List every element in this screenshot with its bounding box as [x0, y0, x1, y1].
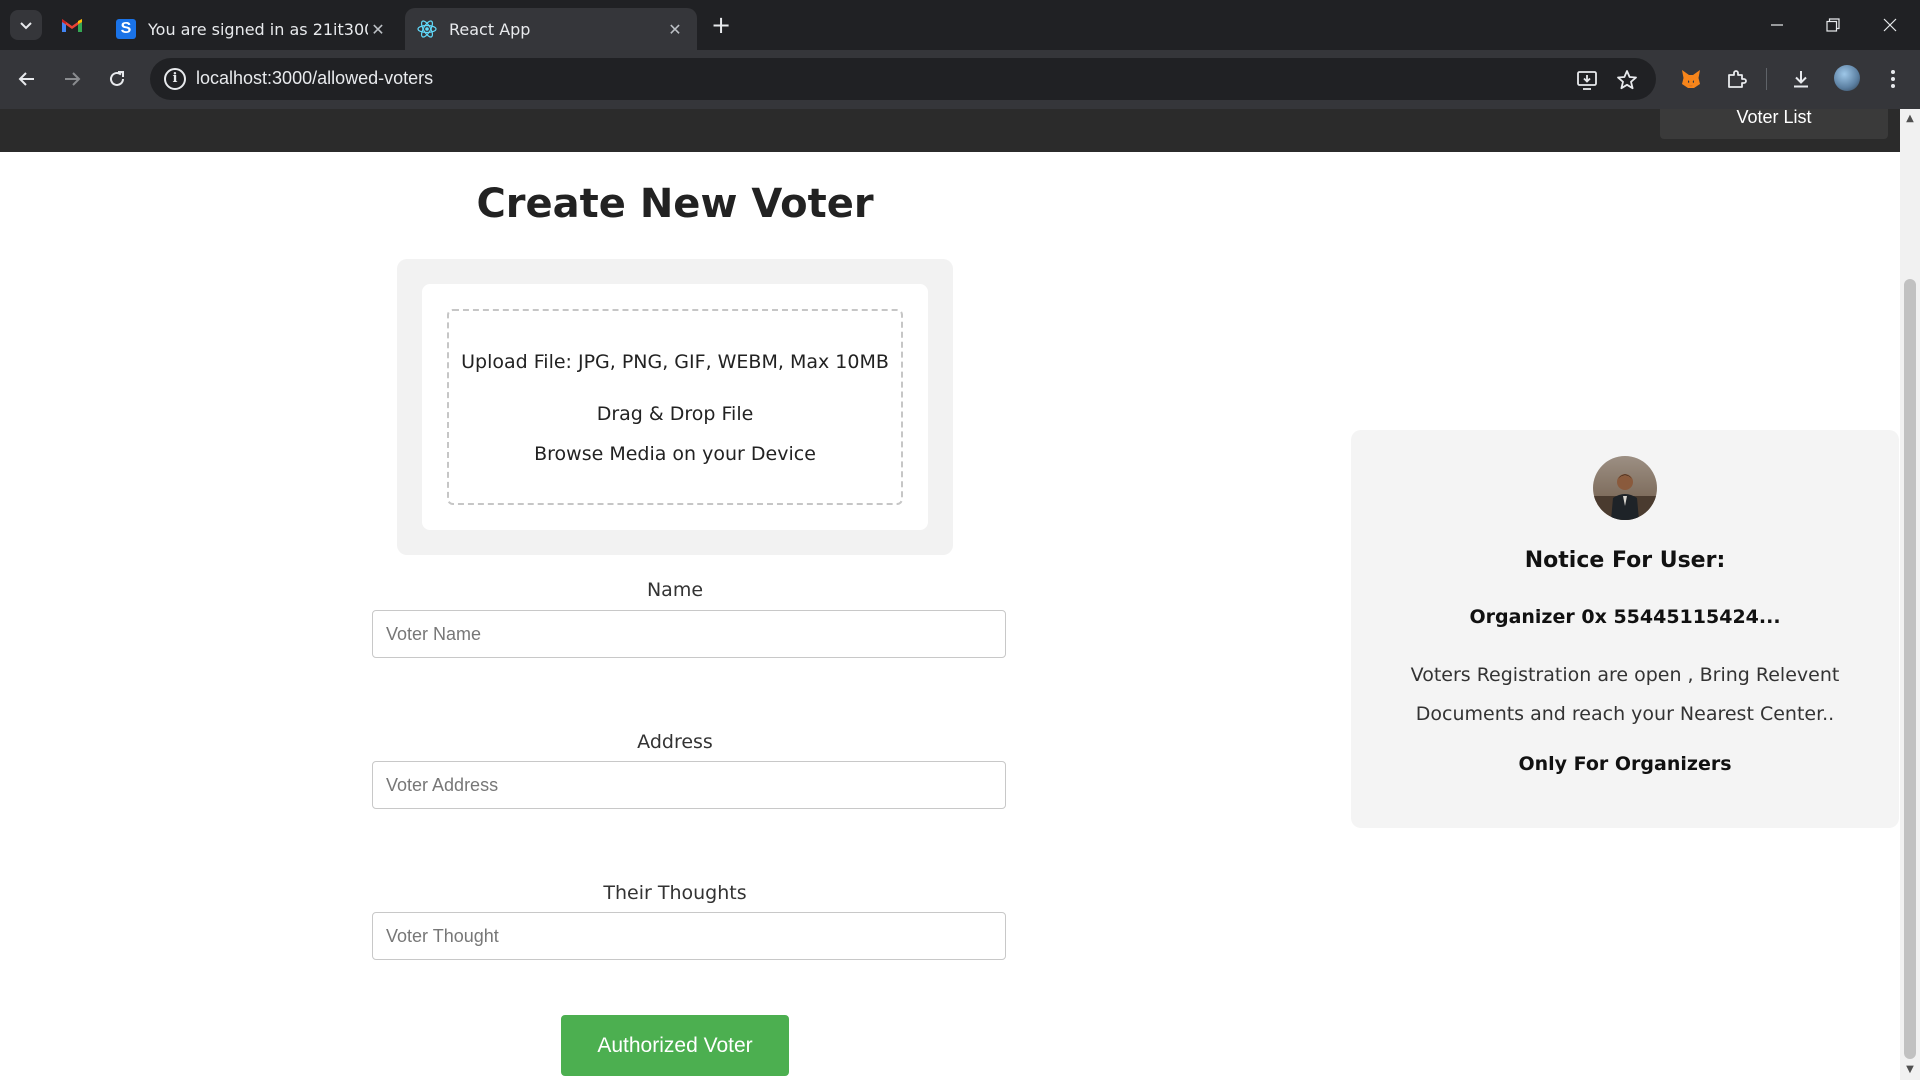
address-bar[interactable]: i localhost:3000/allowed-voters — [150, 58, 1656, 100]
browse-media-text[interactable]: Browse Media on your Device — [449, 443, 901, 465]
chevron-down-icon — [20, 22, 32, 30]
authorize-voter-button[interactable]: Authorized Voter — [561, 1015, 789, 1076]
minimize-button[interactable] — [1762, 10, 1792, 40]
voter-thought-input[interactable] — [372, 912, 1006, 960]
browser-toolbar: i localhost:3000/allowed-voters — [0, 50, 1920, 109]
upload-card: Upload File: JPG, PNG, GIF, WEBM, Max 10… — [422, 284, 928, 530]
tab-title: React App — [449, 19, 531, 39]
file-dropzone[interactable]: Upload File: JPG, PNG, GIF, WEBM, Max 10… — [447, 309, 903, 505]
url-text: localhost:3000/allowed-voters — [196, 68, 434, 88]
downloads-icon[interactable] — [1786, 64, 1816, 94]
forward-button[interactable] — [57, 64, 87, 94]
scroll-down-arrow-icon[interactable]: ▼ — [1900, 1060, 1920, 1080]
more-menu-icon[interactable] — [1878, 64, 1908, 94]
tab-title: You are signed in as 21it3001 — [148, 19, 368, 39]
organizer-avatar — [1593, 456, 1657, 520]
reload-icon — [110, 71, 124, 86]
extensions-puzzle-icon[interactable] — [1722, 64, 1752, 94]
restore-button[interactable] — [1818, 10, 1848, 40]
gmail-pinned-tab[interactable] — [60, 13, 84, 37]
close-icon — [1883, 18, 1897, 32]
organizer-address: Organizer 0x 55445115424... — [1469, 606, 1781, 628]
bookmark-star-icon[interactable] — [1614, 67, 1640, 93]
tab-react-app[interactable]: React App ✕ — [405, 8, 697, 50]
voter-address-input[interactable] — [372, 761, 1006, 809]
scrollbar-thumb[interactable] — [1904, 279, 1916, 1059]
tab-signed-in[interactable]: S You are signed in as 21it3001 ✕ — [104, 8, 400, 50]
site-info-icon[interactable]: i — [164, 68, 186, 90]
s-logo-icon: S — [116, 19, 136, 39]
browser-tab-strip: S You are signed in as 21it3001 ✕ React … — [0, 0, 1920, 50]
voter-list-button[interactable]: Voter List — [1660, 109, 1888, 139]
page-viewport: Voter List Create New Voter Upload File:… — [0, 109, 1920, 1080]
notice-title: Notice For User: — [1524, 548, 1726, 573]
close-icon[interactable]: ✕ — [368, 20, 388, 39]
drag-drop-text: Drag & Drop File — [596, 403, 754, 425]
voter-name-input[interactable] — [372, 610, 1006, 658]
gmail-icon — [62, 19, 82, 32]
close-icon[interactable]: ✕ — [665, 20, 685, 39]
page-scrollbar[interactable]: ▲ ▼ — [1900, 109, 1920, 1080]
metamask-fox-icon[interactable] — [1676, 64, 1706, 94]
notice-message: Voters Registration are open , Bring Rel… — [1410, 664, 1840, 725]
address-label: Address — [637, 731, 713, 753]
notice-footer: Only For Organizers — [1518, 753, 1732, 775]
name-label: Name — [646, 579, 704, 601]
thoughts-label: Their Thoughts — [603, 882, 747, 904]
restore-icon — [1826, 18, 1840, 32]
app-navbar: Voter List — [0, 109, 1900, 152]
tab-search-button[interactable] — [10, 10, 42, 40]
reload-button[interactable] — [102, 64, 132, 94]
arrow-left-icon — [18, 72, 34, 86]
upload-container: Upload File: JPG, PNG, GIF, WEBM, Max 10… — [397, 259, 953, 555]
install-app-icon[interactable] — [1574, 67, 1600, 93]
notice-card: Notice For User: Organizer 0x 5544511542… — [1351, 430, 1899, 828]
minimize-icon — [1771, 24, 1783, 26]
scroll-up-arrow-icon[interactable]: ▲ — [1900, 109, 1920, 129]
toolbar-divider — [1766, 68, 1767, 90]
react-logo-icon — [417, 19, 437, 39]
arrow-right-icon — [65, 72, 81, 86]
upload-requirements: Upload File: JPG, PNG, GIF, WEBM, Max 10… — [461, 351, 889, 373]
page-title: Create New Voter — [476, 181, 874, 227]
window-close-button[interactable] — [1875, 10, 1905, 40]
new-tab-button[interactable]: + — [708, 12, 734, 38]
profile-avatar[interactable] — [1834, 65, 1860, 91]
back-button[interactable] — [12, 64, 42, 94]
